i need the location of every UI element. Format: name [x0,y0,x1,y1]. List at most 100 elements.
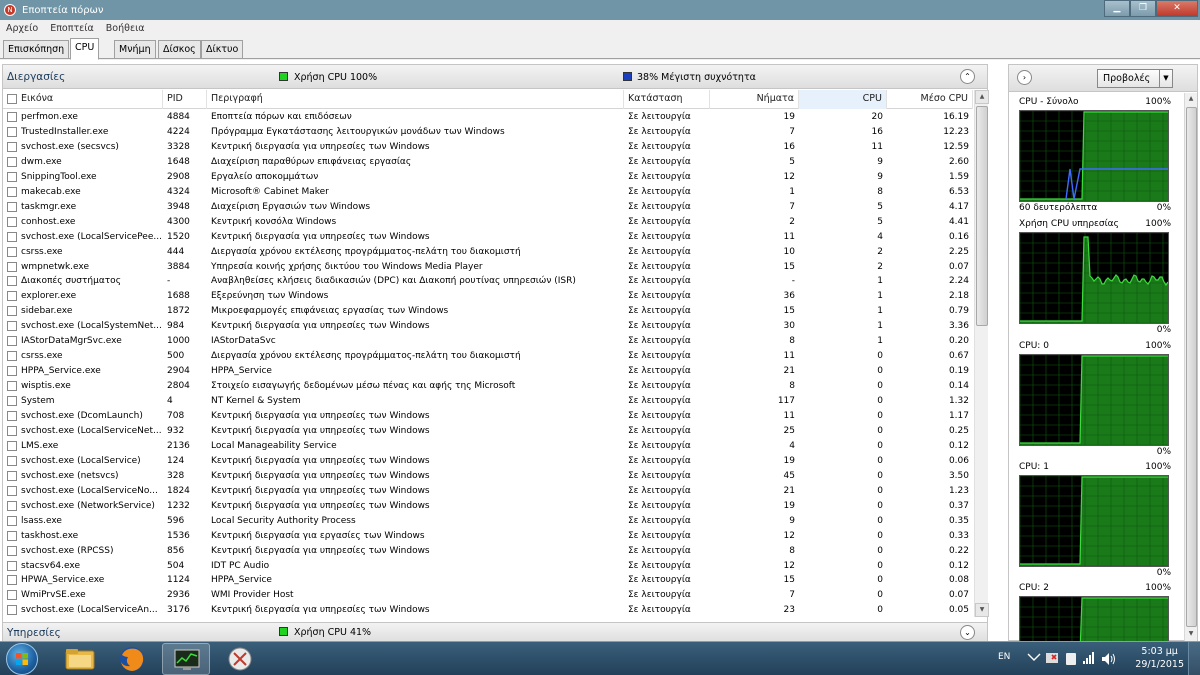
services-cpu-legend-swatch [279,627,288,636]
table-row[interactable]: svchost.exe (secsvcs) 3328 Κεντρική διεργα… [3,140,973,155]
table-row[interactable]: svchost.exe (LocalSystemNet... 984 Κεντρικ… [3,319,973,334]
table-row[interactable]: wmpnetwk.exe 3884 Υπηρεσία κοινής χρήσης δ… [3,260,973,275]
row-description: Κεντρική διεργασία για υπηρεσίες των Win… [211,605,430,616]
col-avg-cpu[interactable]: Μέσο CPU [887,90,973,109]
menu-help[interactable]: Βοήθεια [106,23,145,34]
menu-monitor[interactable]: Εποπτεία [50,23,94,34]
collapse-graphs-pane-icon[interactable]: › [1017,70,1032,85]
row-description: Κεντρική διεργασία για υπηρεσίες των Win… [211,485,430,496]
table-row[interactable]: explorer.exe 1688 Εξερεύνηση των Windows Σε… [3,289,973,304]
row-cpu: 0 [877,605,883,616]
scrollbar-thumb[interactable] [976,106,988,326]
scroll-up-icon[interactable]: ▲ [975,90,989,104]
table-row[interactable]: csrss.exe 444 Διεργασία χρόνου εκτέλεσης π… [3,245,973,260]
table-row[interactable]: SnippingTool.exe 2908 Εργαλείο αποκομμάτων… [3,170,973,185]
table-row[interactable]: System 4 NT Kernel & System Σε λειτουργία 11… [3,394,973,409]
col-threads[interactable]: Νήματα [710,90,799,109]
language-indicator[interactable]: EN [998,652,1010,675]
col-pid[interactable]: PID [163,90,207,109]
graphs-scroll-down-icon[interactable]: ▼ [1185,628,1197,641]
row-status: Σε λειτουργία [628,186,691,197]
process-table-scrollbar[interactable]: ▲ ▼ [974,90,989,617]
col-cpu[interactable]: CPU [799,90,887,109]
taskbar-firefox[interactable] [108,643,156,675]
scroll-down-icon[interactable]: ▼ [975,603,989,617]
taskbar-explorer[interactable] [56,643,104,675]
row-cpu: 0 [877,440,883,451]
services-section-header[interactable]: Υπηρεσίες Χρήση CPU 41% ⌄ [3,622,987,642]
maximize-button[interactable]: ❐ [1130,0,1156,17]
table-row[interactable]: makecab.exe 4324 Microsoft® Cabinet Maker Σ… [3,185,973,200]
col-image[interactable]: Εικόνα [3,90,163,109]
table-row[interactable]: lsass.exe 596 Local Security Authority Pro… [3,514,973,529]
table-row[interactable]: svchost.exe (LocalServiceNo... 1824 Κεντρι… [3,484,973,499]
graphs-scroll-up-icon[interactable]: ▲ [1185,93,1197,106]
minimize-button[interactable]: ▁ [1104,0,1130,17]
clock-time: 5:03 μμ [1141,646,1178,657]
table-row[interactable]: conhost.exe 4300 Κεντρική κονσόλα Windows Σ… [3,215,973,230]
views-dropdown[interactable]: Προβολές ▼ [1097,69,1173,88]
table-row[interactable]: svchost.exe (DcomLaunch) 708 Κεντρική διερ… [3,409,973,424]
expand-services-icon[interactable]: ⌄ [960,625,975,640]
table-row[interactable]: svchost.exe (netsvcs) 328 Κεντρική διεργασ… [3,469,973,484]
monitor-icon [174,649,200,670]
graphs-toolbar: › Προβολές ▼ [1009,65,1197,92]
table-row[interactable]: svchost.exe (LocalServiceNet... 932 Κεντρι… [3,424,973,439]
row-avg-cpu: 1.32 [948,396,969,407]
graphs-scrollbar[interactable]: ▲ ▼ [1184,93,1197,641]
row-image: wisptis.exe [21,381,71,392]
select-all-checkbox[interactable] [7,94,17,104]
tab-overview[interactable]: Επισκόπηση [3,40,70,59]
taskbar-snipping-tool[interactable] [216,643,264,675]
row-cpu: 1 [877,291,883,302]
table-row[interactable]: LMS.exe 2136 Local Manageability Service Σε… [3,439,973,454]
tab-disk[interactable]: Δίσκος [158,40,201,59]
table-row[interactable]: taskhost.exe 1536 Κεντρική διεργασία για ε… [3,529,973,544]
tab-network[interactable]: Δίκτυο [201,40,244,59]
row-status: Σε λειτουργία [628,530,691,541]
collapse-processes-icon[interactable]: ⌃ [960,69,975,84]
table-row[interactable]: svchost.exe (LocalServicePee... 1520 Κεντρ… [3,230,973,245]
table-row[interactable]: HPWA_Service.exe 1124 HPPA_Service Σε λειτο… [3,573,973,588]
table-row[interactable]: dwm.exe 1648 Διαχείριση παραθύρων επιφάνει… [3,155,973,170]
cpu-total-graph-block: CPU - Σύνολο 100% 60 δευτερόλεπτα 0% [1019,97,1171,217]
col-status[interactable]: Κατάσταση [624,90,710,109]
table-row[interactable]: csrss.exe 500 Διεργασία χρόνου εκτέλεσης π… [3,349,973,364]
row-status: Σε λειτουργία [628,291,691,302]
table-row[interactable]: svchost.exe (LocalService) 124 Κεντρική δι… [3,454,973,469]
table-row[interactable]: perfmon.exe 4884 Εποπτεία πόρων και επιδόσ… [3,110,973,125]
row-avg-cpu: 2.60 [948,156,969,167]
table-row[interactable]: IAStorDataMgrSvc.exe 1000 IAStorDataSvc Σε … [3,334,973,349]
graphs-scrollbar-thumb[interactable] [1186,107,1197,627]
process-table-header: Εικόνα PID Περιγραφή Κατάσταση Νήματα CP… [3,90,973,109]
close-button[interactable]: ✕ [1156,0,1198,17]
tab-cpu[interactable]: CPU [70,38,100,60]
table-row[interactable]: TrustedInstaller.exe 4224 Πρόγραμμα Εγκατά… [3,125,973,140]
table-row[interactable]: stacsv64.exe 504 IDT PC Audio Σε λειτουργία… [3,559,973,574]
taskbar-resource-monitor[interactable] [162,643,210,675]
row-cpu: 0 [877,366,883,377]
table-row[interactable]: taskmgr.exe 3948 Διαχείριση Εργασιών των W… [3,200,973,215]
row-pid: 1000 [167,336,190,347]
resource-monitor-app-icon[interactable]: N [4,4,16,16]
row-pid: 504 [167,560,185,571]
table-row[interactable]: svchost.exe (LocalServiceAn... 3176 Κεντρι… [3,603,973,617]
clock[interactable]: 5:03 μμ 29/1/2015 [1135,645,1184,671]
table-row[interactable]: svchost.exe (NetworkService) 1232 Κεντρική… [3,499,973,514]
col-description[interactable]: Περιγραφή [207,90,624,109]
table-row[interactable]: sidebar.exe 1872 Μικροεφαρμογές επιφάνειας… [3,304,973,319]
processes-section-header[interactable]: Διεργασίες Χρήση CPU 100% 38% Μέγιστη συ… [3,65,987,89]
row-image: System [21,396,55,407]
show-desktop-button[interactable] [1188,642,1200,675]
start-button[interactable] [6,643,38,675]
cpu-1-graph [1019,475,1169,567]
folder-icon [65,649,95,670]
table-row[interactable]: WmiPrvSE.exe 2936 WMI Provider Host Σε λειτ… [3,588,973,603]
menu-file[interactable]: Αρχείο [6,23,38,34]
row-pid: 328 [167,470,185,481]
table-row[interactable]: Διακοπές συστήματος - Αναβληθείσες κλήσεις… [3,274,973,289]
table-row[interactable]: svchost.exe (RPCSS) 856 Κεντρική διεργασία… [3,544,973,559]
table-row[interactable]: wisptis.exe 2804 Στοιχείο εισαγωγής δεδομέ… [3,379,973,394]
tab-memory[interactable]: Μνήμη [114,40,156,59]
table-row[interactable]: HPPA_Service.exe 2904 HPPA_Service Σε λειτο… [3,364,973,379]
